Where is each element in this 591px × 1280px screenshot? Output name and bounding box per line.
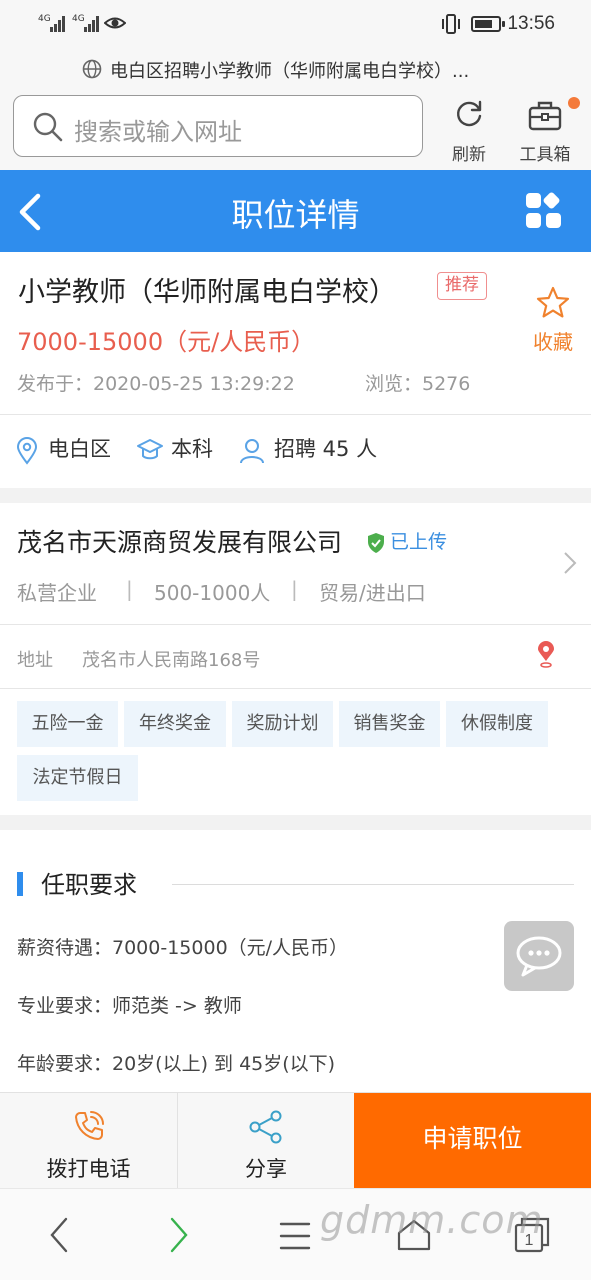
chevron-right-icon[interactable] xyxy=(563,551,577,575)
watermark: gdmm.com xyxy=(320,1198,544,1242)
person-icon xyxy=(240,439,264,464)
call-label: 拨打电话 xyxy=(46,1157,131,1181)
recommended-badge: 推荐 xyxy=(437,272,487,300)
phone-icon xyxy=(75,1111,104,1140)
perk-tag: 休假制度 xyxy=(446,701,548,747)
company-size: 500-1000人 xyxy=(154,581,271,605)
back-icon[interactable] xyxy=(48,1217,70,1253)
separator-1: | xyxy=(126,577,133,601)
signal-bars-1-icon xyxy=(50,14,68,32)
job-education: 本科 xyxy=(171,437,213,461)
refresh-icon xyxy=(456,100,482,127)
share-icon xyxy=(249,1110,282,1144)
publish-date: 发布于：2020-05-25 13:29:22 xyxy=(17,373,295,395)
company-type: 私营企业 xyxy=(17,581,97,605)
globe-icon xyxy=(82,59,102,79)
status-bar: 4G 4G 13:56 xyxy=(0,0,591,50)
signal-type-2: 4G xyxy=(72,14,85,24)
verified-status: 已上传 xyxy=(390,531,448,553)
divider xyxy=(0,414,591,415)
location-icon xyxy=(16,437,38,465)
requirement-major: 专业要求：师范类 -> 教师 xyxy=(17,995,242,1017)
battery-icon xyxy=(471,16,505,32)
search-input[interactable]: 搜索或输入网址 xyxy=(13,95,423,157)
browser-toolbar: 搜索或输入网址 刷新 工具箱 xyxy=(0,90,591,170)
job-headcount: 招聘 45 人 xyxy=(274,437,378,461)
company-industry: 贸易/进出口 xyxy=(319,581,426,605)
chat-bubble-icon xyxy=(516,936,562,977)
job-card: 小学教师（华师附属电白学校） 推荐 收藏 7000-15000（元/人民币） 发… xyxy=(0,252,591,488)
toolbox-label: 工具箱 xyxy=(519,145,571,165)
search-icon xyxy=(33,112,63,142)
company-name: 茂名市天源商贸发展有限公司 xyxy=(17,528,343,557)
action-bar: 拨打电话 分享 申请职位 xyxy=(0,1092,591,1189)
share-button[interactable]: 分享 xyxy=(178,1093,354,1189)
clock: 13:56 xyxy=(507,13,555,34)
apply-button[interactable]: 申请职位 xyxy=(354,1093,591,1189)
requirements-title: 任职要求 xyxy=(41,871,137,899)
divider xyxy=(0,688,591,689)
requirements-section: 任职要求 薪资待遇：7000-15000（元/人民币） 专业要求：师范类 -> … xyxy=(0,830,591,1100)
address-label: 地址 xyxy=(17,650,53,671)
toolbox-icon xyxy=(528,101,562,131)
favorite-button[interactable]: 收藏 xyxy=(526,286,580,356)
requirement-salary: 薪资待遇：7000-15000（元/人民币） xyxy=(17,937,349,959)
divider xyxy=(0,624,591,625)
chat-button[interactable] xyxy=(504,921,574,991)
graduation-cap-icon xyxy=(137,439,163,460)
search-placeholder: 搜索或输入网址 xyxy=(74,118,242,146)
requirement-age: 年龄要求：20岁(以上) 到 45岁(以下) xyxy=(17,1053,336,1075)
job-title: 小学教师（华师附属电白学校） xyxy=(18,277,396,308)
share-label: 分享 xyxy=(245,1157,287,1181)
salary: 7000-15000（元/人民币） xyxy=(17,328,316,356)
map-pin-icon[interactable] xyxy=(536,641,556,669)
perk-tag: 年终奖金 xyxy=(124,701,226,747)
section-rule xyxy=(172,884,574,885)
notification-dot xyxy=(568,97,580,109)
job-location: 电白区 xyxy=(48,437,111,461)
eye-icon xyxy=(104,17,126,29)
company-address: 茂名市人民南路168号 xyxy=(82,650,261,671)
refresh-button[interactable]: 刷新 xyxy=(434,96,504,165)
perk-tag: 奖励计划 xyxy=(232,701,333,747)
page-title: 电白区招聘小学教师（华师附属电白学校）... xyxy=(110,61,470,82)
forward-icon[interactable] xyxy=(168,1217,190,1253)
favorite-label: 收藏 xyxy=(533,330,573,354)
perk-tag: 法定节假日 xyxy=(17,755,138,801)
company-card[interactable]: 茂名市天源商贸发展有限公司 已上传 私营企业 | 500-1000人 | 贸易/… xyxy=(0,503,591,815)
verified-shield-icon xyxy=(368,533,384,553)
view-count: 浏览：5276 xyxy=(365,373,471,395)
menu-icon[interactable] xyxy=(279,1221,311,1251)
separator-2: | xyxy=(291,577,298,601)
signal-type-1: 4G xyxy=(38,14,51,24)
header-title: 职位详情 xyxy=(231,196,360,234)
perk-tag: 销售奖金 xyxy=(339,701,440,747)
signal-bars-2-icon xyxy=(84,14,102,32)
refresh-label: 刷新 xyxy=(452,145,486,165)
url-title-bar[interactable]: 电白区招聘小学教师（华师附属电白学校）... xyxy=(0,50,591,90)
apps-grid-icon[interactable] xyxy=(525,192,563,230)
perk-tag: 五险一金 xyxy=(17,701,118,747)
app-header: 职位详情 xyxy=(0,170,591,252)
call-button[interactable]: 拨打电话 xyxy=(0,1093,177,1189)
section-marker xyxy=(17,872,23,896)
star-icon xyxy=(536,286,570,318)
vibrate-icon xyxy=(442,14,460,34)
